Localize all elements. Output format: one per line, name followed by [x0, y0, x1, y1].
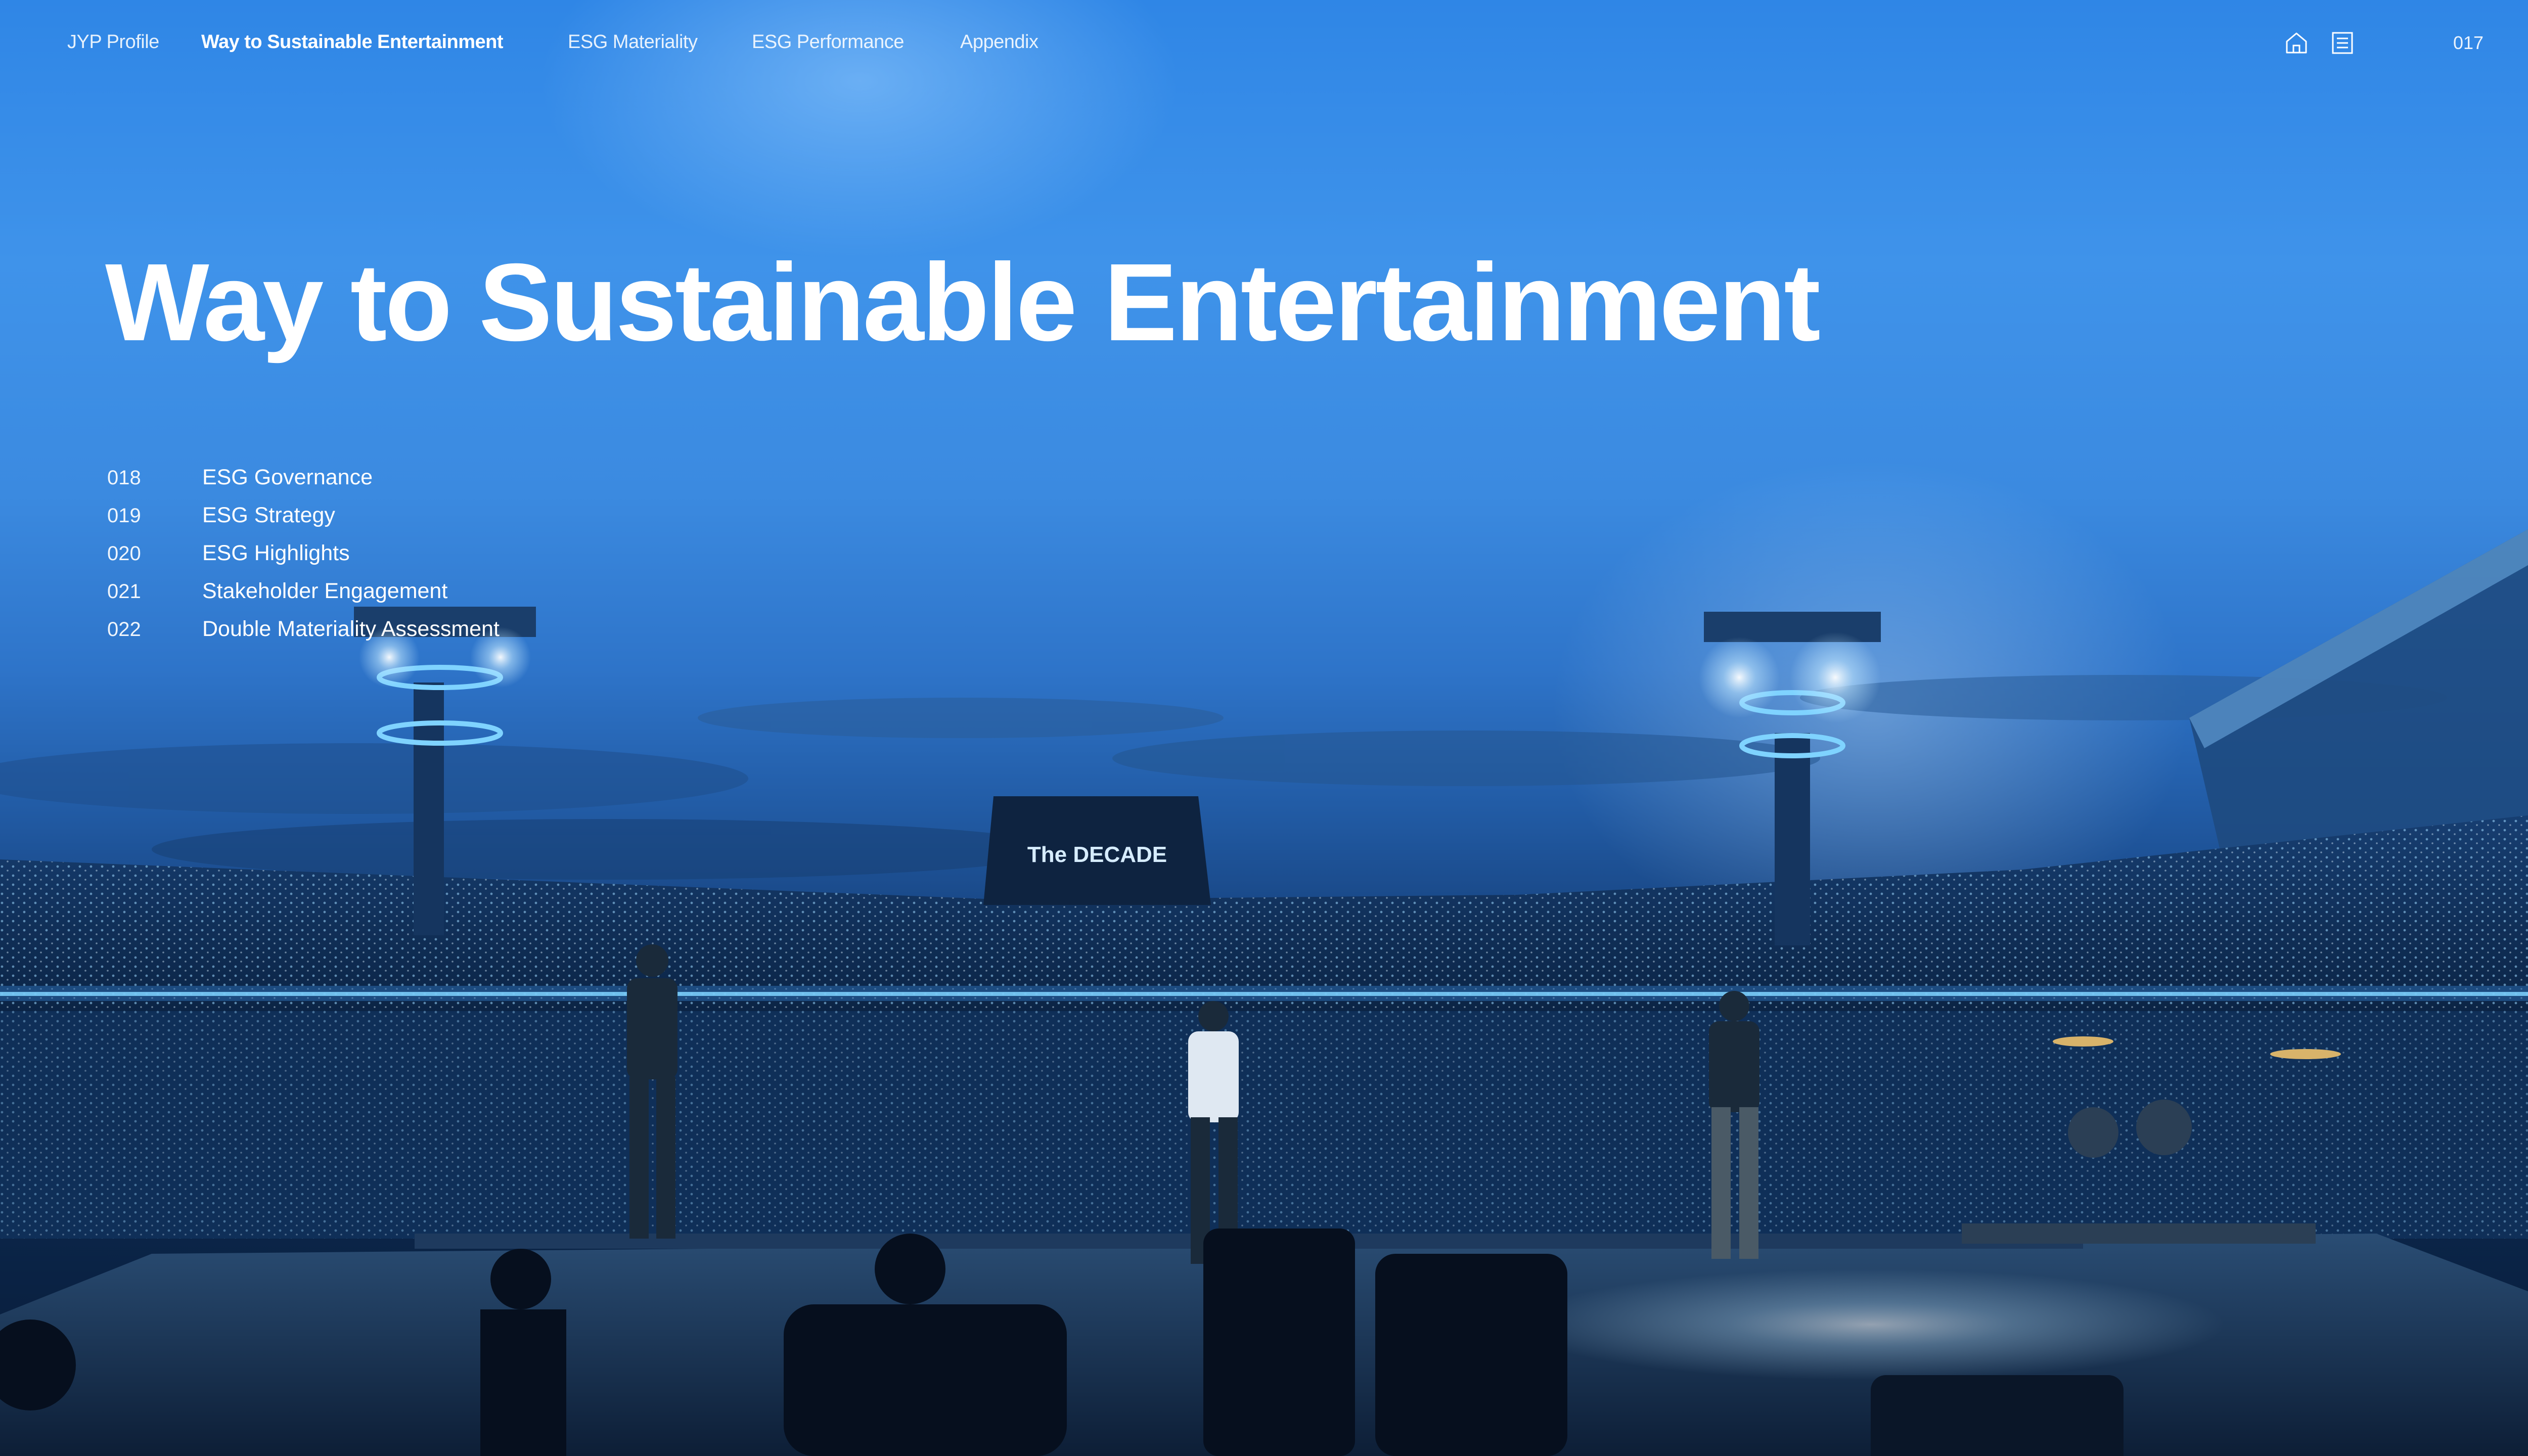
nav-item-appendix[interactable]: Appendix: [960, 31, 1039, 53]
toc-page-number: 022: [107, 618, 141, 641]
toc-label: ESG Strategy: [202, 503, 335, 527]
top-navigation: JYP Profile Way to Sustainable Entertain…: [0, 0, 2528, 91]
toc-page-number: 018: [107, 467, 141, 489]
toc-item-esg-governance[interactable]: 018 ESG Governance: [107, 465, 500, 503]
clouds: [0, 675, 2447, 880]
led-strip: [0, 992, 2528, 996]
nav-item-jyp-profile[interactable]: JYP Profile: [67, 31, 159, 53]
table-of-contents: 018 ESG Governance 019 ESG Strategy 020 …: [107, 465, 500, 655]
toc-label: Double Materiality Assessment: [202, 617, 500, 641]
nav-item-esg-performance[interactable]: ESG Performance: [752, 31, 904, 53]
page-title: Way to Sustainable Entertainment: [105, 241, 1821, 364]
toc-item-esg-strategy[interactable]: 019 ESG Strategy: [107, 503, 500, 541]
toc-page-number: 019: [107, 505, 141, 527]
toc-page-number: 021: [107, 580, 141, 603]
list-icon[interactable]: [2330, 30, 2355, 56]
toc-page-number: 020: [107, 542, 141, 565]
big-screen: The DECADE: [983, 796, 1211, 905]
toc-label: ESG Highlights: [202, 541, 350, 565]
nav-item-esg-materiality[interactable]: ESG Materiality: [568, 31, 698, 53]
concert-stadium-photo: The DECADE: [0, 529, 2528, 1456]
home-icon[interactable]: [2284, 30, 2309, 56]
toc-label: ESG Governance: [202, 465, 373, 489]
nav-item-way-to-sustainable-entertainment[interactable]: Way to Sustainable Entertainment: [201, 31, 504, 53]
page-number: 017: [2453, 32, 2484, 53]
toc-item-stakeholder-engagement[interactable]: 021 Stakeholder Engagement: [107, 579, 500, 617]
toc-item-double-materiality-assessment[interactable]: 022 Double Materiality Assessment: [107, 617, 500, 655]
screen-text: The DECADE: [1027, 842, 1167, 867]
background-photo: The DECADE: [0, 0, 2528, 1456]
toc-item-esg-highlights[interactable]: 020 ESG Highlights: [107, 541, 500, 579]
toc-label: Stakeholder Engagement: [202, 579, 448, 603]
